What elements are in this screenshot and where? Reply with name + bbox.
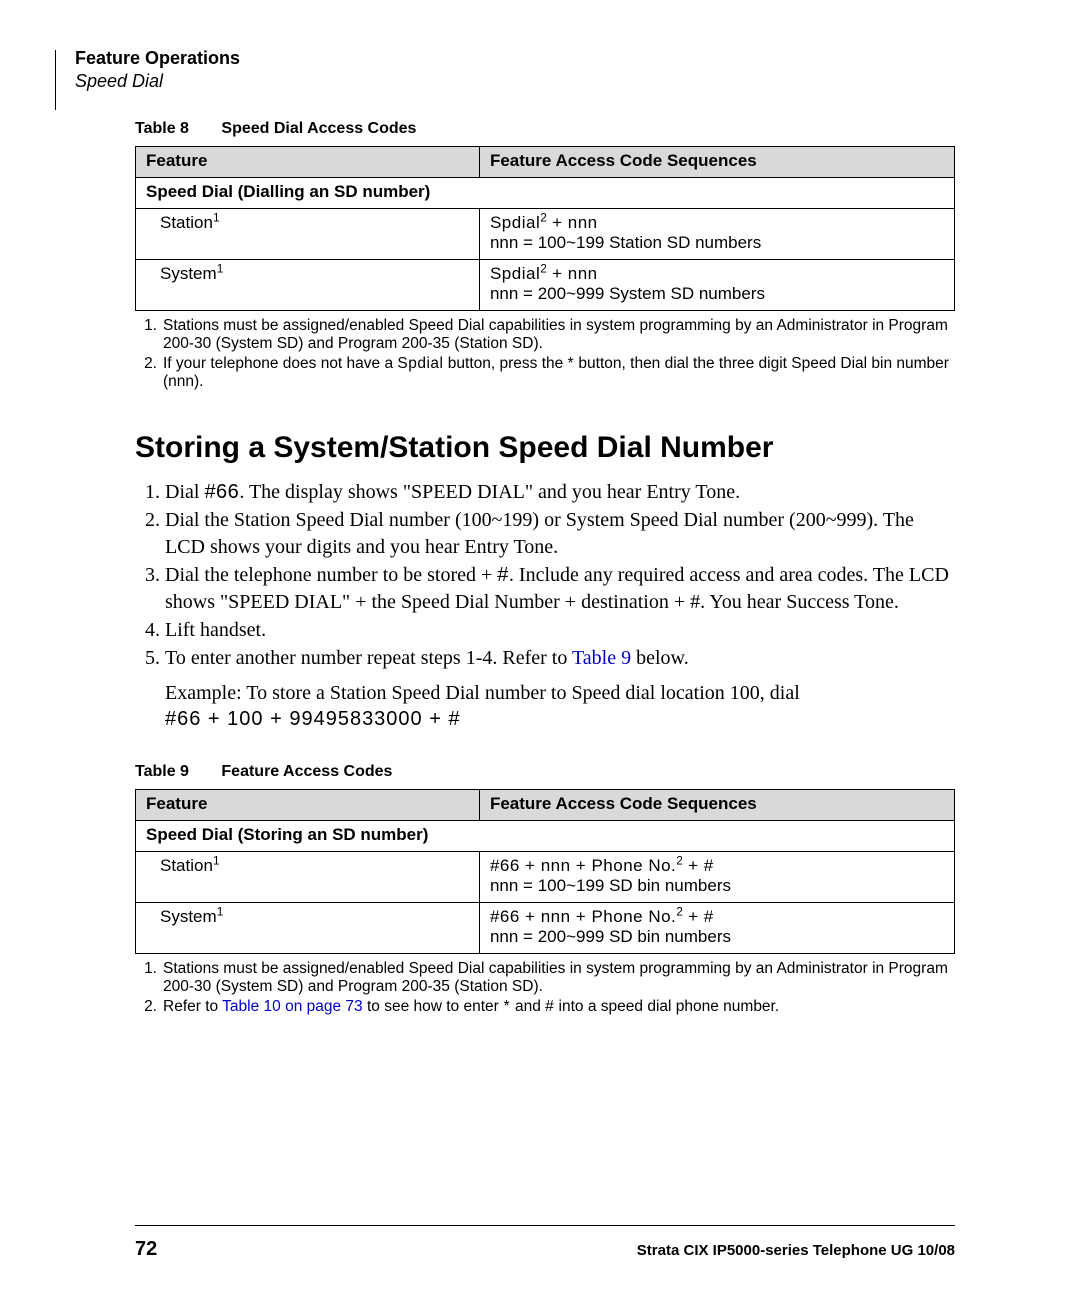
page-number: 72 bbox=[135, 1238, 157, 1261]
example: Example: To store a Station Speed Dial n… bbox=[165, 680, 955, 733]
table8: Feature Feature Access Code Sequences Sp… bbox=[135, 146, 955, 311]
page-footer: 72 Strata CIX IP5000-series Telephone UG… bbox=[135, 1238, 955, 1261]
table8-caption: Table 8 Speed Dial Access Codes bbox=[135, 120, 955, 138]
table9-footnotes: 1. Stations must be assigned/enabled Spe… bbox=[135, 960, 955, 1016]
table8-r0-seq: Spdial2 + nnn nnn = 100~199 Station SD n… bbox=[479, 209, 954, 260]
section-subtitle: Speed Dial bbox=[75, 71, 955, 92]
table-row: Station1 #66 + nnn + Phone No.2 + # nnn … bbox=[136, 851, 955, 902]
table9-caption-num: Table 9 bbox=[135, 763, 189, 780]
footnote: 2. If your telephone does not have a Spd… bbox=[135, 355, 955, 391]
table8-caption-title: Speed Dial Access Codes bbox=[221, 120, 416, 137]
page-header: Feature Operations Speed Dial bbox=[75, 48, 955, 92]
table9-header-col1: Feature bbox=[136, 789, 480, 820]
table8-r0-feature: Station1 bbox=[136, 209, 480, 260]
step-4: Lift handset. bbox=[165, 617, 955, 643]
table9-header-col2: Feature Access Code Sequences bbox=[479, 789, 954, 820]
table8-caption-num: Table 8 bbox=[135, 120, 189, 137]
table-row: System1 Spdial2 + nnn nnn = 200~999 Syst… bbox=[136, 260, 955, 311]
table9-r0-seq: #66 + nnn + Phone No.2 + # nnn = 100~199… bbox=[479, 851, 954, 902]
table-row: System1 #66 + nnn + Phone No.2 + # nnn =… bbox=[136, 902, 955, 953]
footnote: 1. Stations must be assigned/enabled Spe… bbox=[135, 960, 955, 996]
step-1: Dial #66. The display shows "SPEED DIAL"… bbox=[165, 479, 955, 505]
table9-subhead: Speed Dial (Storing an SD number) bbox=[136, 820, 955, 851]
procedure-steps: Dial #66. The display shows "SPEED DIAL"… bbox=[135, 479, 955, 672]
table-row: Station1 Spdial2 + nnn nnn = 100~199 Sta… bbox=[136, 209, 955, 260]
table9: Feature Feature Access Code Sequences Sp… bbox=[135, 789, 955, 954]
table8-header-col1: Feature bbox=[136, 147, 480, 178]
table8-footnotes: 1. Stations must be assigned/enabled Spe… bbox=[135, 317, 955, 391]
footer-rule bbox=[135, 1225, 955, 1226]
footnote: 2. Refer to Table 10 on page 73 to see h… bbox=[135, 998, 955, 1016]
heading-storing-speed-dial: Storing a System/Station Speed Dial Numb… bbox=[135, 431, 955, 465]
link-table-10[interactable]: Table 10 on page 73 bbox=[222, 998, 362, 1015]
section-title: Feature Operations bbox=[75, 48, 955, 69]
step-3: Dial the telephone number to be stored +… bbox=[165, 562, 955, 615]
table8-header-col2: Feature Access Code Sequences bbox=[479, 147, 954, 178]
table9-r0-feature: Station1 bbox=[136, 851, 480, 902]
footnote: 1. Stations must be assigned/enabled Spe… bbox=[135, 317, 955, 353]
step-2: Dial the Station Speed Dial number (100~… bbox=[165, 507, 955, 560]
table9-r1-feature: System1 bbox=[136, 902, 480, 953]
link-table-9[interactable]: Table 9 bbox=[572, 647, 631, 669]
table8-subhead: Speed Dial (Dialling an SD number) bbox=[136, 178, 955, 209]
step-5: To enter another number repeat steps 1-4… bbox=[165, 645, 955, 671]
page: Feature Operations Speed Dial Table 8 Sp… bbox=[0, 0, 1080, 1311]
table9-r1-seq: #66 + nnn + Phone No.2 + # nnn = 200~999… bbox=[479, 902, 954, 953]
table9-caption: Table 9 Feature Access Codes bbox=[135, 763, 955, 781]
table9-caption-title: Feature Access Codes bbox=[221, 763, 392, 780]
table8-r1-seq: Spdial2 + nnn nnn = 200~999 System SD nu… bbox=[479, 260, 954, 311]
doc-title: Strata CIX IP5000-series Telephone UG 10… bbox=[637, 1242, 955, 1259]
content: Table 8 Speed Dial Access Codes Feature … bbox=[135, 120, 955, 1016]
table8-r1-feature: System1 bbox=[136, 260, 480, 311]
header-rule bbox=[55, 50, 56, 110]
